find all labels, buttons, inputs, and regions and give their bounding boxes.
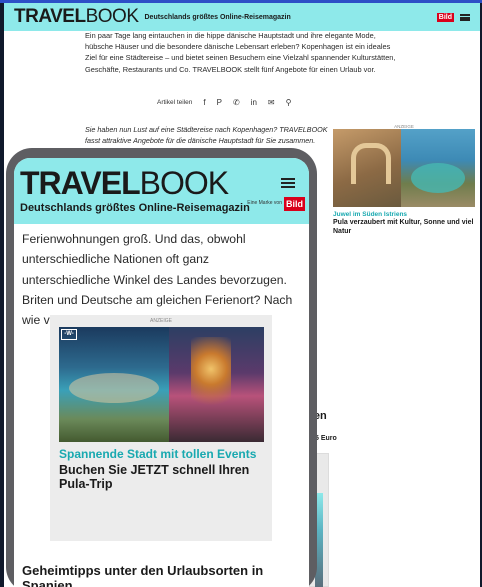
mobile-tagline: Deutschlands größtes Online-Reisemagazin	[20, 202, 250, 214]
link-icon[interactable]: ⚲	[286, 98, 292, 107]
mobile-ad-title[interactable]: Buchen Sie JETZT schnell Ihren Pula-Trip	[59, 463, 272, 491]
side-ad-image[interactable]	[333, 129, 475, 207]
desktop-header: TRAVELBOOK Deutschlands größtes Online-R…	[4, 3, 480, 31]
linkedin-icon[interactable]: in	[251, 98, 257, 107]
side-ad-kicker[interactable]: Juwel im Süden Istriens	[333, 211, 475, 218]
ad-badge-icon: -W-	[61, 329, 77, 340]
desktop-side-ad[interactable]: ANZEIGE Juwel im Süden Istriens Pula ver…	[333, 124, 475, 236]
desktop-logo[interactable]: TRAVELBOOK	[14, 6, 139, 28]
pinterest-icon[interactable]: P	[217, 98, 222, 107]
whatsapp-icon[interactable]: ✆	[233, 98, 240, 107]
hamburger-menu-icon[interactable]	[281, 178, 295, 188]
mobile-logo[interactable]: TRAVELBOOK	[20, 166, 229, 200]
desktop-share-bar: Artikel teilen f P ✆ in ✉ ⚲	[157, 98, 291, 107]
mobile-header: TRAVELBOOK Deutschlands größtes Online-R…	[14, 158, 309, 224]
facebook-icon[interactable]: f	[203, 98, 205, 107]
mobile-ad-kicker[interactable]: Spannende Stadt mit tollen Events	[59, 447, 272, 461]
marke-von-bild[interactable]: Eine Marke von Bild	[247, 197, 305, 211]
mobile-ad-image[interactable]: -W-	[59, 327, 264, 442]
mobile-device-frame: TRAVELBOOK Deutschlands größtes Online-R…	[6, 148, 317, 587]
mobile-ad-card[interactable]: ANZEIGE -W- Spannende Stadt mit tollen E…	[50, 315, 272, 541]
share-label: Artikel teilen	[157, 99, 193, 106]
marke-text: Eine Marke von	[247, 200, 282, 207]
mobile-ad-label: ANZEIGE	[150, 318, 172, 324]
mobile-section-heading: Geheimtipps unter den Urlaubsorten in Sp…	[22, 563, 264, 587]
desktop-intro-paragraph: Ein paar Tage lang eintauchen in die hip…	[85, 31, 396, 74]
side-ad-title[interactable]: Pula verzaubert mit Kultur, Sonne und vi…	[333, 218, 475, 236]
email-icon[interactable]: ✉	[268, 98, 275, 107]
desktop-menu-icon[interactable]	[460, 13, 470, 21]
desktop-tagline: Deutschlands größtes Online-Reisemagazin	[144, 13, 291, 21]
desktop-bild-logo[interactable]: Bild	[436, 12, 454, 22]
mobile-screen: TRAVELBOOK Deutschlands größtes Online-R…	[14, 158, 309, 587]
desktop-italic-intro: Sie haben nun Lust auf eine Städtereise …	[85, 125, 328, 145]
bild-logo: Bild	[284, 197, 305, 211]
